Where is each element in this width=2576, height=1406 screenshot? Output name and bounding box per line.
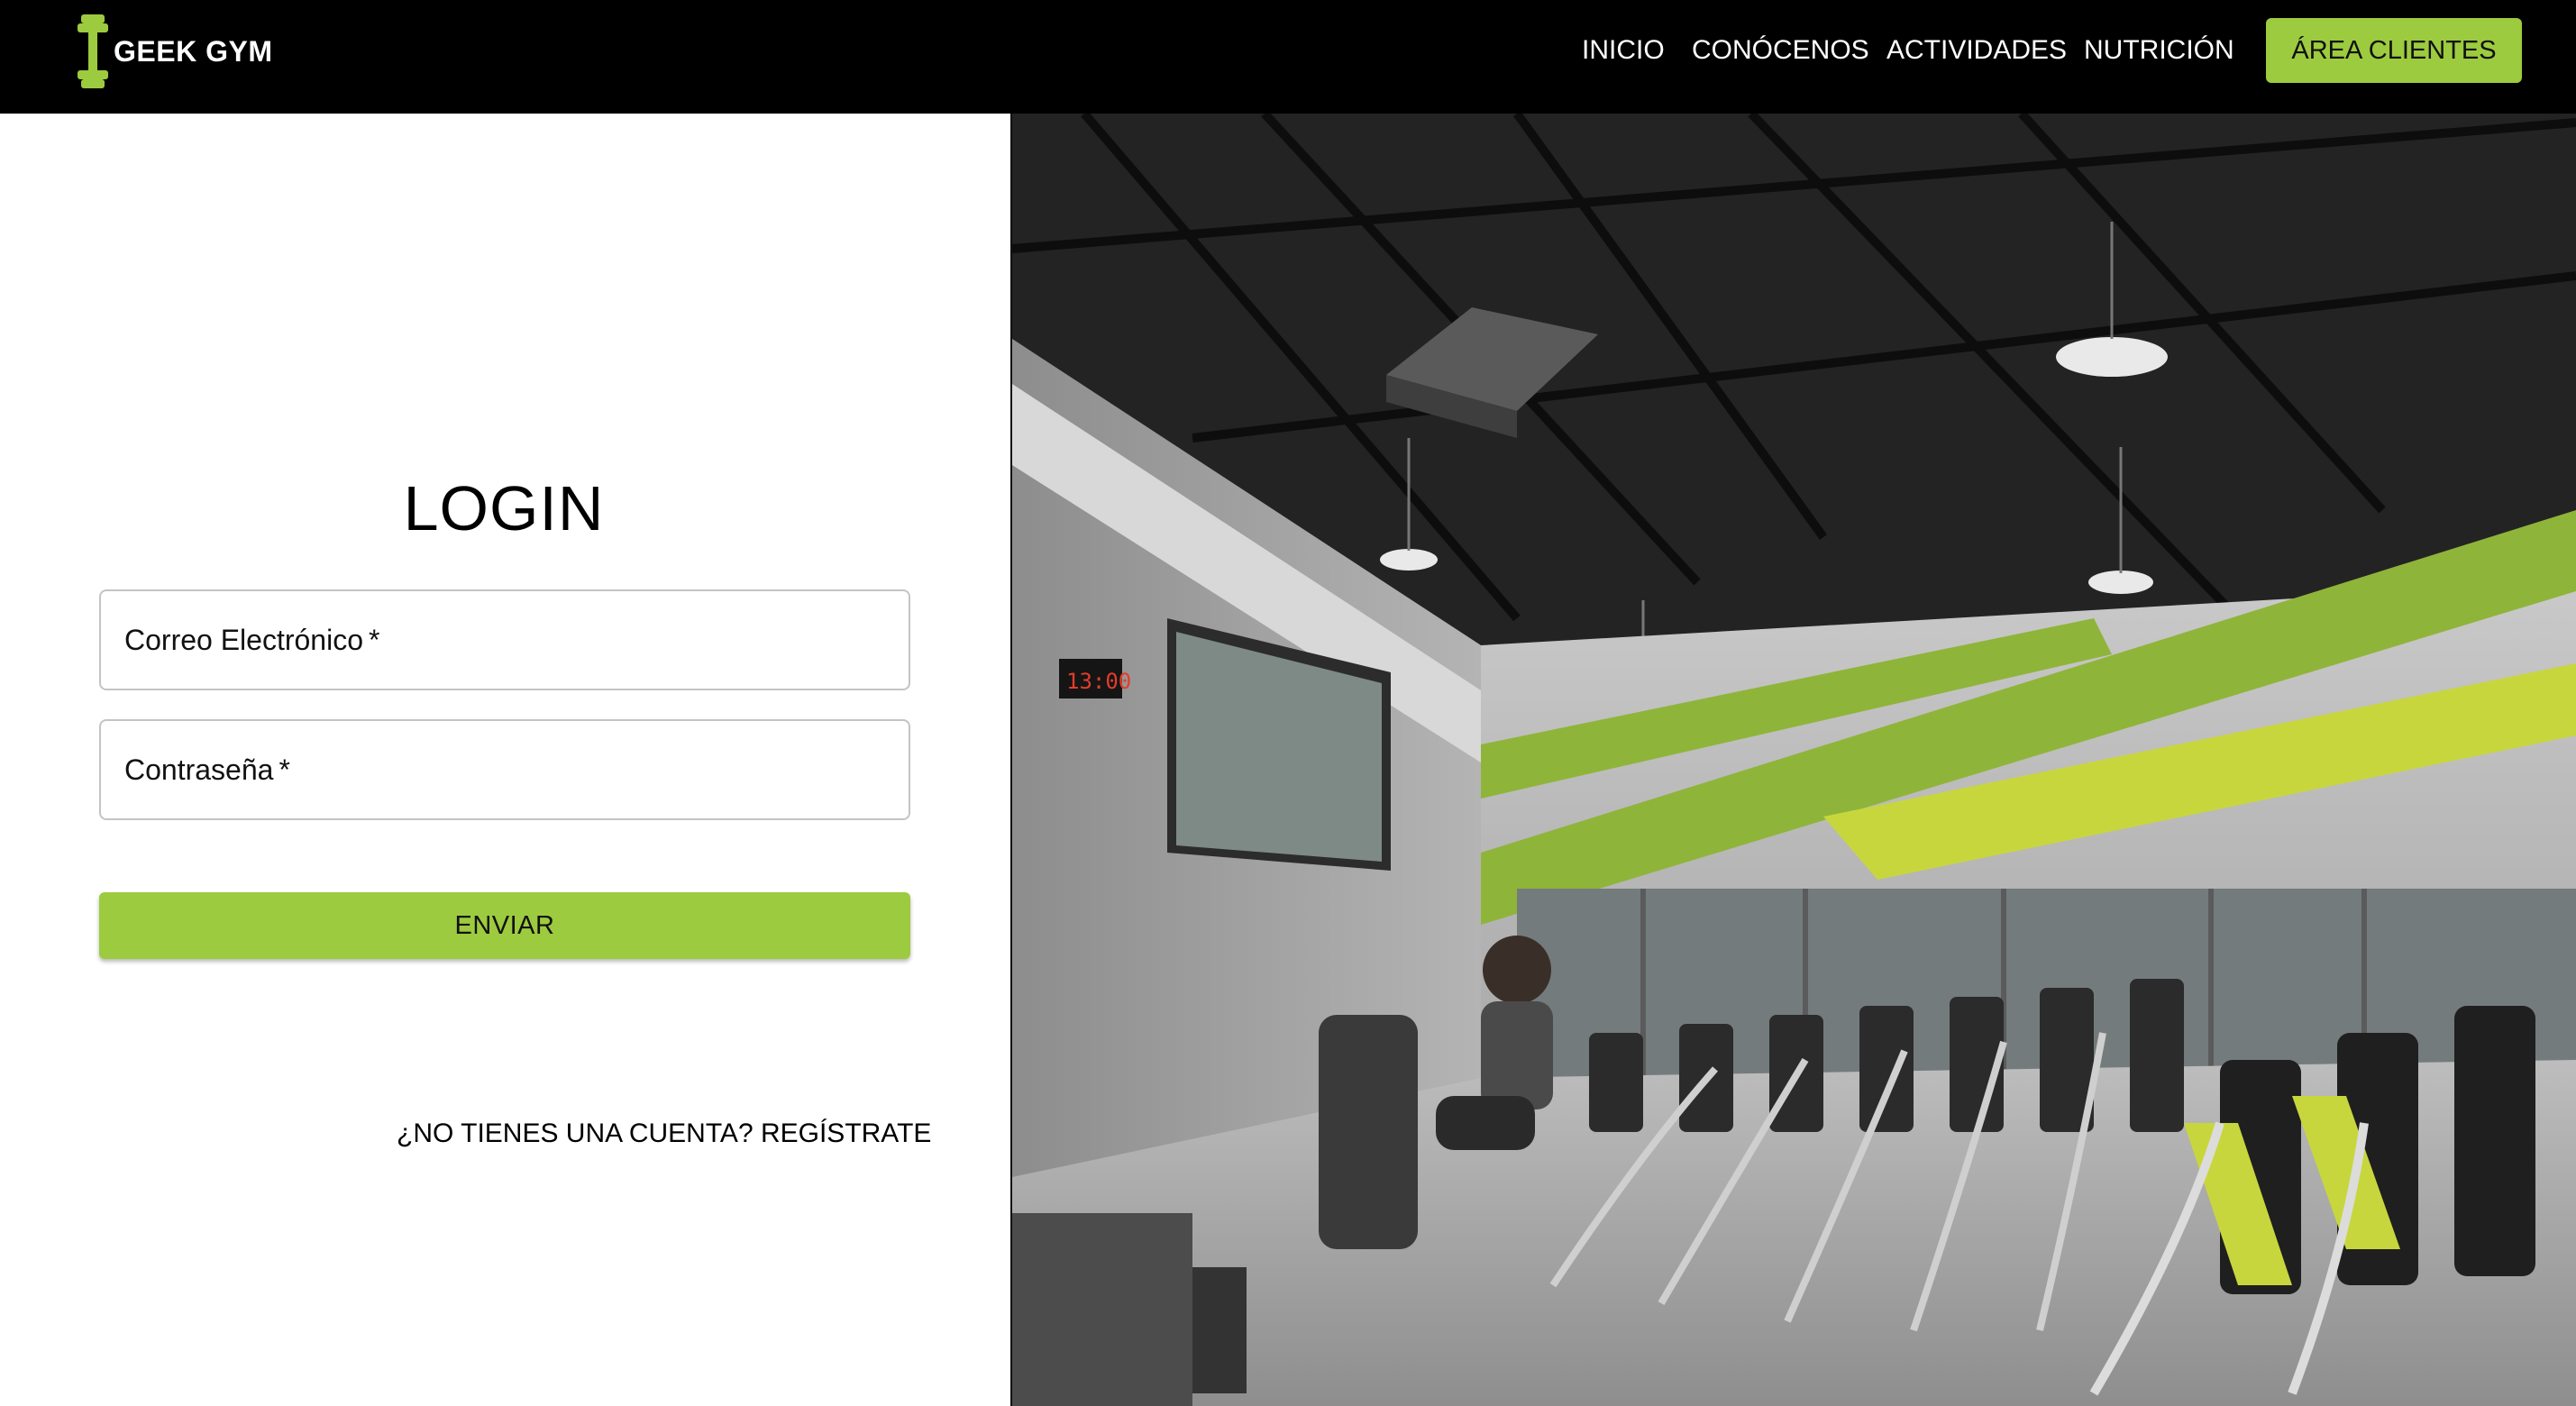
gym-hero-image: 13:00 <box>1012 114 2576 1406</box>
brand-name: GEEK GYM <box>114 35 273 68</box>
clock-text: 13:00 <box>1066 669 1131 694</box>
register-link[interactable]: ¿NO TIENES UNA CUENTA? REGÍSTRATE <box>397 1114 931 1154</box>
gym-interior-illustration: 13:00 <box>1012 114 2576 1406</box>
password-field[interactable]: Contraseña * <box>99 719 910 820</box>
email-input[interactable] <box>101 591 909 689</box>
nav-link-actividades[interactable]: ACTIVIDADES <box>1886 32 2067 68</box>
top-navbar: GEEK GYM INICIO CONÓCENOS ACTIVIDADES NU… <box>0 0 2576 114</box>
dumbbell-icon <box>78 14 108 88</box>
login-panel: LOGIN Correo Electrónico * Contraseña * EN… <box>0 114 1011 1406</box>
submit-button[interactable]: ENVIAR <box>99 892 910 959</box>
password-input[interactable] <box>101 721 909 818</box>
client-area-button[interactable]: ÁREA CLIENTES <box>2266 18 2522 83</box>
login-title: LOGIN <box>403 473 605 543</box>
nav-link-conocenos[interactable]: CONÓCENOS <box>1692 32 1869 68</box>
brand-logo-link[interactable]: GEEK GYM <box>76 13 272 90</box>
email-field[interactable]: Correo Electrónico * <box>99 589 910 690</box>
nav-link-nutricion[interactable]: NUTRICIÓN <box>2084 32 2234 68</box>
nav-link-inicio[interactable]: INICIO <box>1582 32 1665 68</box>
